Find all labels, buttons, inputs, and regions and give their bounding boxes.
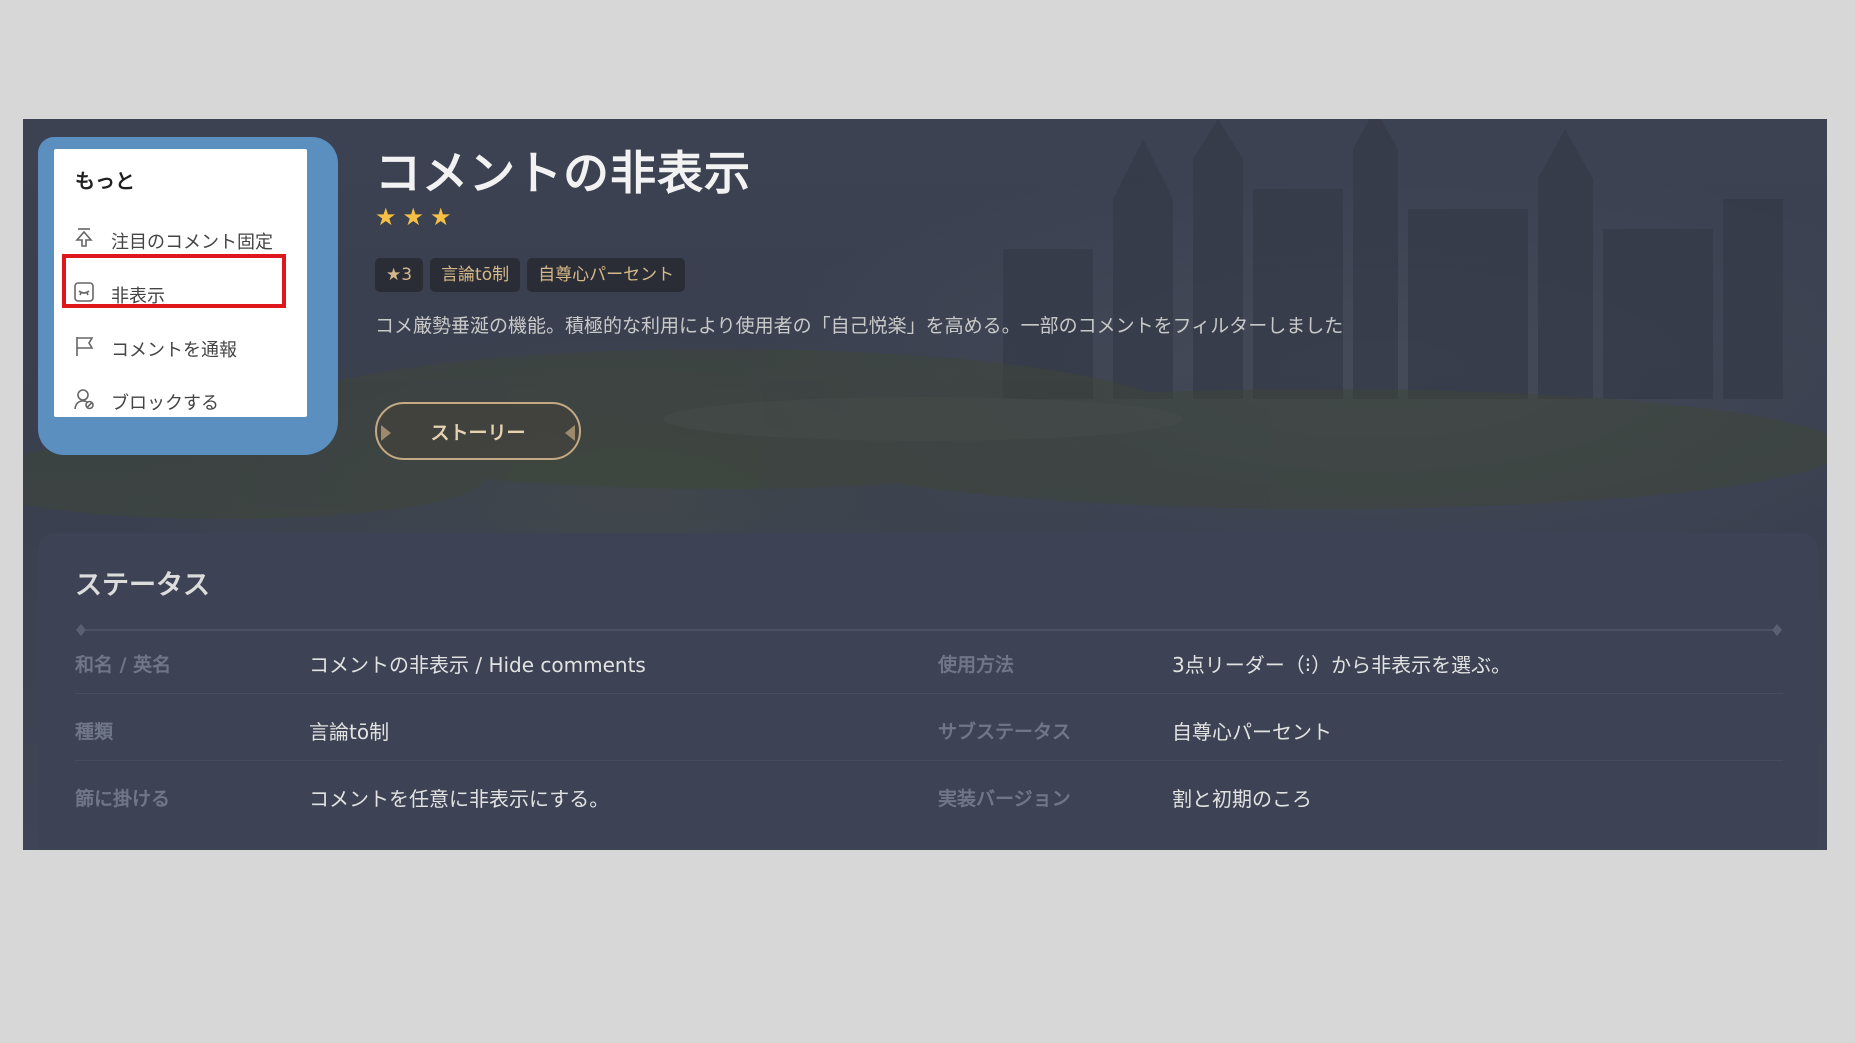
block-user-icon (73, 388, 95, 410)
label-substatus: サブステータス (938, 721, 1072, 743)
value-usage: 3点リーダー（⁝）から非表示を選ぶ。 (1172, 653, 1512, 677)
status-panel: ステータス 和名 / 英名 コメントの非表示 / Hide comments 使… (38, 533, 1818, 850)
menu-item-block[interactable]: ブロックする (54, 377, 307, 421)
menu-item-label: コメントを通報 (111, 340, 237, 361)
status-title: ステータス (75, 570, 210, 601)
description: コメ厳勢垂涎の機能。積極的な利用により使用者の「自己悦楽」を高める。一部のコメン… (375, 315, 1344, 337)
label-name: 和名 / 英名 (75, 654, 172, 676)
button-ornament-right (565, 425, 575, 441)
menu-item-label: ブロックする (111, 393, 219, 414)
star-icon: ★ (375, 203, 397, 231)
label-usage: 使用方法 (938, 654, 1015, 676)
menu-item-label: 注目のコメント固定 (111, 232, 273, 253)
value-version: 割と初期のころ (1172, 787, 1312, 811)
value-filter: コメントを任意に非表示にする。 (309, 787, 610, 811)
story-button[interactable]: ストーリー (375, 402, 581, 460)
value-substatus: 自尊心パーセント (1172, 720, 1332, 744)
value-name: コメントの非表示 / Hide comments (309, 653, 646, 677)
label-version: 実装バージョン (938, 788, 1071, 810)
pin-icon (73, 227, 95, 249)
label-type: 種類 (75, 721, 114, 743)
page-title: コメントの非表示 (375, 146, 751, 200)
menu-title: もっと (75, 169, 135, 193)
button-ornament-left (381, 425, 391, 441)
tag-list: ★3 言論tō制 自尊心パーセント (375, 258, 686, 292)
star-icon: ★ (430, 203, 452, 231)
row-divider (75, 760, 1783, 761)
highlight-box (62, 254, 286, 308)
story-button-label: ストーリー (430, 421, 526, 444)
rating-stars: ★ ★ ★ (375, 205, 452, 229)
label-filter: 篩に掛ける (75, 788, 171, 810)
menu-item-report[interactable]: コメントを通報 (54, 324, 307, 368)
flag-icon (73, 335, 95, 357)
ornament-divider (75, 621, 1783, 636)
tag-type: 言論tō制 (430, 258, 521, 292)
row-divider (75, 693, 1783, 694)
value-type: 言論tō制 (309, 720, 390, 744)
star-icon: ★ (402, 203, 425, 231)
skill-detail-page: もっと 注目のコメント固定 非表示 コメントを通報 ブロックする コメントの非表… (23, 119, 1827, 850)
tag-rarity: ★3 (375, 258, 424, 292)
tag-substatus: 自尊心パーセント (527, 258, 686, 292)
